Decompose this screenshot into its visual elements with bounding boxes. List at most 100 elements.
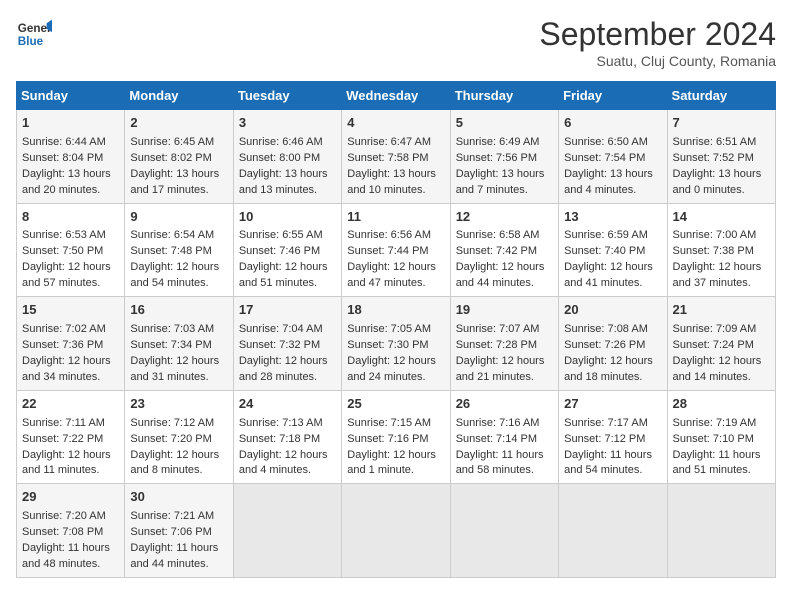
- logo: General Blue: [16, 16, 52, 52]
- calendar-cell: 12Sunrise: 6:58 AMSunset: 7:42 PMDayligh…: [450, 203, 558, 297]
- cell-line: and 48 minutes.: [22, 557, 119, 573]
- cell-line: Sunset: 7:12 PM: [564, 432, 661, 448]
- cell-line: and 24 minutes.: [347, 370, 444, 386]
- cell-line: and 1 minute.: [347, 463, 444, 479]
- calendar-cell: 30Sunrise: 7:21 AMSunset: 7:06 PMDayligh…: [125, 484, 233, 578]
- day-number: 17: [239, 301, 336, 320]
- cell-line: Daylight: 12 hours: [239, 260, 336, 276]
- day-number: 11: [347, 208, 444, 227]
- calendar-cell: 18Sunrise: 7:05 AMSunset: 7:30 PMDayligh…: [342, 297, 450, 391]
- cell-line: Sunset: 7:52 PM: [673, 151, 770, 167]
- cell-line: Sunrise: 6:45 AM: [130, 135, 227, 151]
- cell-line: and 13 minutes.: [239, 183, 336, 199]
- cell-line: Sunset: 7:24 PM: [673, 338, 770, 354]
- cell-line: and 51 minutes.: [239, 276, 336, 292]
- calendar-cell: 8Sunrise: 6:53 AMSunset: 7:50 PMDaylight…: [17, 203, 125, 297]
- day-number: 15: [22, 301, 119, 320]
- cell-line: Sunrise: 7:13 AM: [239, 416, 336, 432]
- cell-line: and 57 minutes.: [22, 276, 119, 292]
- cell-line: and 21 minutes.: [456, 370, 553, 386]
- cell-line: Daylight: 12 hours: [564, 260, 661, 276]
- cell-line: Sunset: 7:56 PM: [456, 151, 553, 167]
- day-number: 30: [130, 488, 227, 507]
- cell-line: and 58 minutes.: [456, 463, 553, 479]
- cell-line: and 20 minutes.: [22, 183, 119, 199]
- cell-line: Daylight: 12 hours: [347, 260, 444, 276]
- cell-line: and 41 minutes.: [564, 276, 661, 292]
- day-number: 6: [564, 114, 661, 133]
- cell-line: Sunset: 7:14 PM: [456, 432, 553, 448]
- cell-line: Daylight: 12 hours: [456, 354, 553, 370]
- week-row-2: 8Sunrise: 6:53 AMSunset: 7:50 PMDaylight…: [17, 203, 776, 297]
- header-cell-tuesday: Tuesday: [233, 82, 341, 110]
- calendar-cell: [342, 484, 450, 578]
- cell-line: and 37 minutes.: [673, 276, 770, 292]
- cell-line: Sunrise: 7:04 AM: [239, 322, 336, 338]
- cell-line: and 54 minutes.: [564, 463, 661, 479]
- calendar-cell: 10Sunrise: 6:55 AMSunset: 7:46 PMDayligh…: [233, 203, 341, 297]
- cell-line: and 14 minutes.: [673, 370, 770, 386]
- cell-line: Sunrise: 6:56 AM: [347, 228, 444, 244]
- day-number: 3: [239, 114, 336, 133]
- cell-line: and 7 minutes.: [456, 183, 553, 199]
- cell-line: Daylight: 11 hours: [673, 448, 770, 464]
- cell-line: and 4 minutes.: [564, 183, 661, 199]
- cell-line: Sunset: 7:22 PM: [22, 432, 119, 448]
- cell-line: Sunset: 7:06 PM: [130, 525, 227, 541]
- cell-line: Sunrise: 6:50 AM: [564, 135, 661, 151]
- calendar-cell: 9Sunrise: 6:54 AMSunset: 7:48 PMDaylight…: [125, 203, 233, 297]
- cell-line: and 47 minutes.: [347, 276, 444, 292]
- cell-line: and 51 minutes.: [673, 463, 770, 479]
- header-cell-sunday: Sunday: [17, 82, 125, 110]
- cell-line: Sunrise: 7:15 AM: [347, 416, 444, 432]
- day-number: 29: [22, 488, 119, 507]
- cell-line: Daylight: 12 hours: [130, 354, 227, 370]
- cell-line: Daylight: 12 hours: [347, 354, 444, 370]
- calendar-cell: 14Sunrise: 7:00 AMSunset: 7:38 PMDayligh…: [667, 203, 775, 297]
- cell-line: Daylight: 11 hours: [130, 541, 227, 557]
- cell-line: Sunrise: 6:58 AM: [456, 228, 553, 244]
- cell-line: Sunrise: 6:51 AM: [673, 135, 770, 151]
- cell-line: Sunrise: 7:11 AM: [22, 416, 119, 432]
- cell-line: Sunrise: 7:17 AM: [564, 416, 661, 432]
- cell-line: and 31 minutes.: [130, 370, 227, 386]
- cell-line: Daylight: 12 hours: [673, 354, 770, 370]
- cell-line: Sunset: 8:04 PM: [22, 151, 119, 167]
- cell-line: Sunrise: 7:19 AM: [673, 416, 770, 432]
- calendar-cell: 4Sunrise: 6:47 AMSunset: 7:58 PMDaylight…: [342, 110, 450, 204]
- cell-line: and 44 minutes.: [130, 557, 227, 573]
- cell-line: Sunset: 8:00 PM: [239, 151, 336, 167]
- calendar-cell: 17Sunrise: 7:04 AMSunset: 7:32 PMDayligh…: [233, 297, 341, 391]
- cell-line: Sunset: 7:30 PM: [347, 338, 444, 354]
- cell-line: Sunrise: 6:46 AM: [239, 135, 336, 151]
- cell-line: Daylight: 12 hours: [22, 260, 119, 276]
- cell-line: and 44 minutes.: [456, 276, 553, 292]
- day-number: 22: [22, 395, 119, 414]
- cell-line: Daylight: 12 hours: [564, 354, 661, 370]
- cell-line: and 17 minutes.: [130, 183, 227, 199]
- day-number: 10: [239, 208, 336, 227]
- cell-line: and 54 minutes.: [130, 276, 227, 292]
- calendar-cell: 5 Sunrise: 6:49 AMSunset: 7:56 PMDaylight…: [450, 110, 558, 204]
- day-number: 9: [130, 208, 227, 227]
- header-cell-thursday: Thursday: [450, 82, 558, 110]
- day-number: 19: [456, 301, 553, 320]
- cell-line: Daylight: 12 hours: [130, 448, 227, 464]
- cell-line: Sunrise: 6:55 AM: [239, 228, 336, 244]
- day-number: 4: [347, 114, 444, 133]
- cell-line: and 8 minutes.: [130, 463, 227, 479]
- day-number: 5: [456, 114, 553, 133]
- cell-line: Sunset: 7:32 PM: [239, 338, 336, 354]
- cell-line: and 11 minutes.: [22, 463, 119, 479]
- page-header: General Blue September 2024 Suatu, Cluj …: [16, 16, 776, 69]
- day-number: 8: [22, 208, 119, 227]
- calendar-cell: 15Sunrise: 7:02 AMSunset: 7:36 PMDayligh…: [17, 297, 125, 391]
- cell-line: Sunset: 8:02 PM: [130, 151, 227, 167]
- title-block: September 2024 Suatu, Cluj County, Roman…: [539, 16, 776, 69]
- day-number: 26: [456, 395, 553, 414]
- cell-line: Sunset: 7:20 PM: [130, 432, 227, 448]
- cell-line: Sunset: 7:38 PM: [673, 244, 770, 260]
- cell-line: Daylight: 13 hours: [456, 167, 553, 183]
- cell-line: Sunrise: 6:49 AM: [456, 135, 553, 151]
- calendar-cell: 27Sunrise: 7:17 AMSunset: 7:12 PMDayligh…: [559, 390, 667, 484]
